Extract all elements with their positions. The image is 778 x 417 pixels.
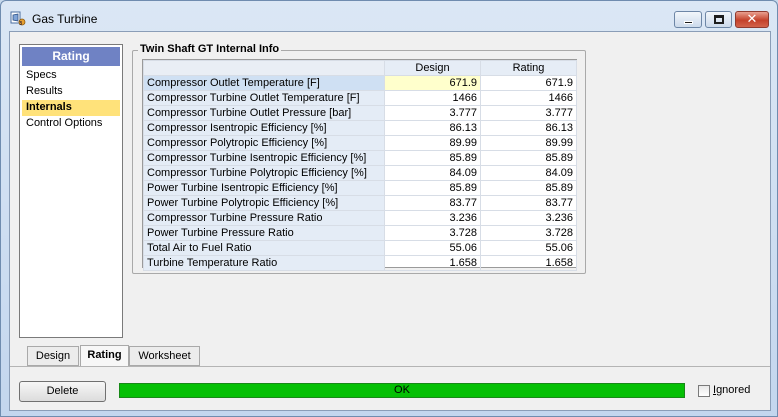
table-row: Compressor Turbine Outlet Temperature [F… [143,90,577,106]
window-title: Gas Turbine [32,12,98,26]
row-label: Total Air to Fuel Ratio [143,240,385,256]
table-row: Compressor Turbine Outlet Pressure [bar]… [143,105,577,121]
nav-item-specs[interactable]: Specs [22,68,120,84]
table-row: Power Turbine Polytropic Efficiency [%] 8… [143,195,577,211]
table-row: Compressor Outlet Temperature [F] 671.9 67… [143,75,577,91]
rating-value-cell[interactable]: 83.77 [480,195,577,211]
design-value-cell[interactable]: 671.9 [384,75,481,91]
rating-value-cell[interactable]: 3.728 [480,225,577,241]
row-label: Compressor Turbine Outlet Temperature [F… [143,90,385,106]
design-value-cell[interactable]: 83.77 [384,195,481,211]
nav-item-internals[interactable]: Internals [22,100,120,116]
design-value-cell[interactable]: 3.236 [384,210,481,226]
design-value-cell[interactable]: 1.658 [384,255,481,271]
title-bar[interactable]: 3 Gas Turbine ✕ [1,1,777,31]
ignored-label[interactable]: Ignored [713,384,750,396]
header-row: Design Rating [143,60,577,76]
svg-text:3: 3 [19,21,22,26]
rating-value-cell[interactable]: 84.09 [480,165,577,181]
minimize-icon [684,21,693,24]
row-label: Compressor Isentropic Efficiency [%] [143,120,385,136]
table-row: Compressor Polytropic Efficiency [%] 89.9… [143,135,577,151]
design-value-cell[interactable]: 85.89 [384,180,481,196]
tab-strip-line [10,366,770,367]
rating-value-cell[interactable]: 1.658 [480,255,577,271]
tab-design[interactable]: Design [27,346,79,366]
design-value-cell[interactable]: 89.99 [384,135,481,151]
close-icon: ✕ [746,12,758,27]
row-label: Power Turbine Pressure Ratio [143,225,385,241]
table-row: Total Air to Fuel Ratio 55.06 55.06 [143,240,577,256]
row-label: Power Turbine Polytropic Efficiency [%] [143,195,385,211]
minimize-button[interactable] [674,11,702,28]
internal-info-grid: Design Rating Compressor Outlet Temperat… [142,59,577,271]
row-label: Compressor Outlet Temperature [F] [143,75,385,91]
table-row: Compressor Turbine Isentropic Efficiency… [143,150,577,166]
rating-value-cell[interactable]: 3.236 [480,210,577,226]
table-row: Power Turbine Pressure Ratio 3.728 3.728 [143,225,577,241]
tab-rating[interactable]: Rating [80,345,129,366]
design-value-cell[interactable]: 85.89 [384,150,481,166]
row-label: Compressor Polytropic Efficiency [%] [143,135,385,151]
window: 3 Gas Turbine ✕ Rating Specs Results Int… [0,0,778,417]
corner-cell [143,60,385,76]
design-value-cell[interactable]: 84.09 [384,165,481,181]
design-value-cell[interactable]: 1466 [384,90,481,106]
row-label: Compressor Turbine Pressure Ratio [143,210,385,226]
rating-value-cell[interactable]: 86.13 [480,120,577,136]
rating-value-cell[interactable]: 55.06 [480,240,577,256]
table-row: Compressor Isentropic Efficiency [%] 86.1… [143,120,577,136]
row-label: Power Turbine Isentropic Efficiency [%] [143,180,385,196]
rating-value-cell[interactable]: 89.99 [480,135,577,151]
design-value-cell[interactable]: 86.13 [384,120,481,136]
design-value-cell[interactable]: 3.728 [384,225,481,241]
nav-item-control-options[interactable]: Control Options [22,116,120,132]
tab-worksheet[interactable]: Worksheet [129,346,200,366]
design-value-cell[interactable]: 55.06 [384,240,481,256]
rating-value-cell[interactable]: 85.89 [480,150,577,166]
row-label: Turbine Temperature Ratio [143,255,385,271]
row-label: Compressor Turbine Outlet Pressure [bar] [143,105,385,121]
nav-header: Rating [22,47,120,66]
close-button[interactable]: ✕ [735,11,769,28]
design-value-cell[interactable]: 3.777 [384,105,481,121]
nav-item-results[interactable]: Results [22,84,120,100]
data-table: Design Rating Compressor Outlet Temperat… [143,60,577,271]
navigation-panel: Rating Specs Results Internals Control O… [19,44,123,338]
table-row: Power Turbine Isentropic Efficiency [%] 8… [143,180,577,196]
ignored-checkbox[interactable] [698,385,710,397]
delete-button[interactable]: Delete [19,381,106,402]
rating-value-cell[interactable]: 85.89 [480,180,577,196]
group-title: Twin Shaft GT Internal Info [138,43,282,55]
rating-value-cell[interactable]: 671.9 [480,75,577,91]
client-area: Rating Specs Results Internals Control O… [9,31,771,411]
rating-value-cell[interactable]: 3.777 [480,105,577,121]
ignored-label-rest: gnored [716,384,751,396]
row-label: Compressor Turbine Polytropic Efficiency… [143,165,385,181]
table-row: Turbine Temperature Ratio 1.658 1.658 [143,255,577,271]
column-header-design[interactable]: Design [384,60,481,76]
table-row: Compressor Turbine Polytropic Efficiency… [143,165,577,181]
maximize-icon [714,15,724,24]
rating-value-cell[interactable]: 1466 [480,90,577,106]
row-label: Compressor Turbine Isentropic Efficiency… [143,150,385,166]
status-bar: OK [119,383,685,398]
column-header-rating[interactable]: Rating [480,60,577,76]
maximize-button[interactable] [705,11,732,28]
gas-turbine-icon: 3 [10,11,26,26]
table-row: Compressor Turbine Pressure Ratio 3.236 3.… [143,210,577,226]
